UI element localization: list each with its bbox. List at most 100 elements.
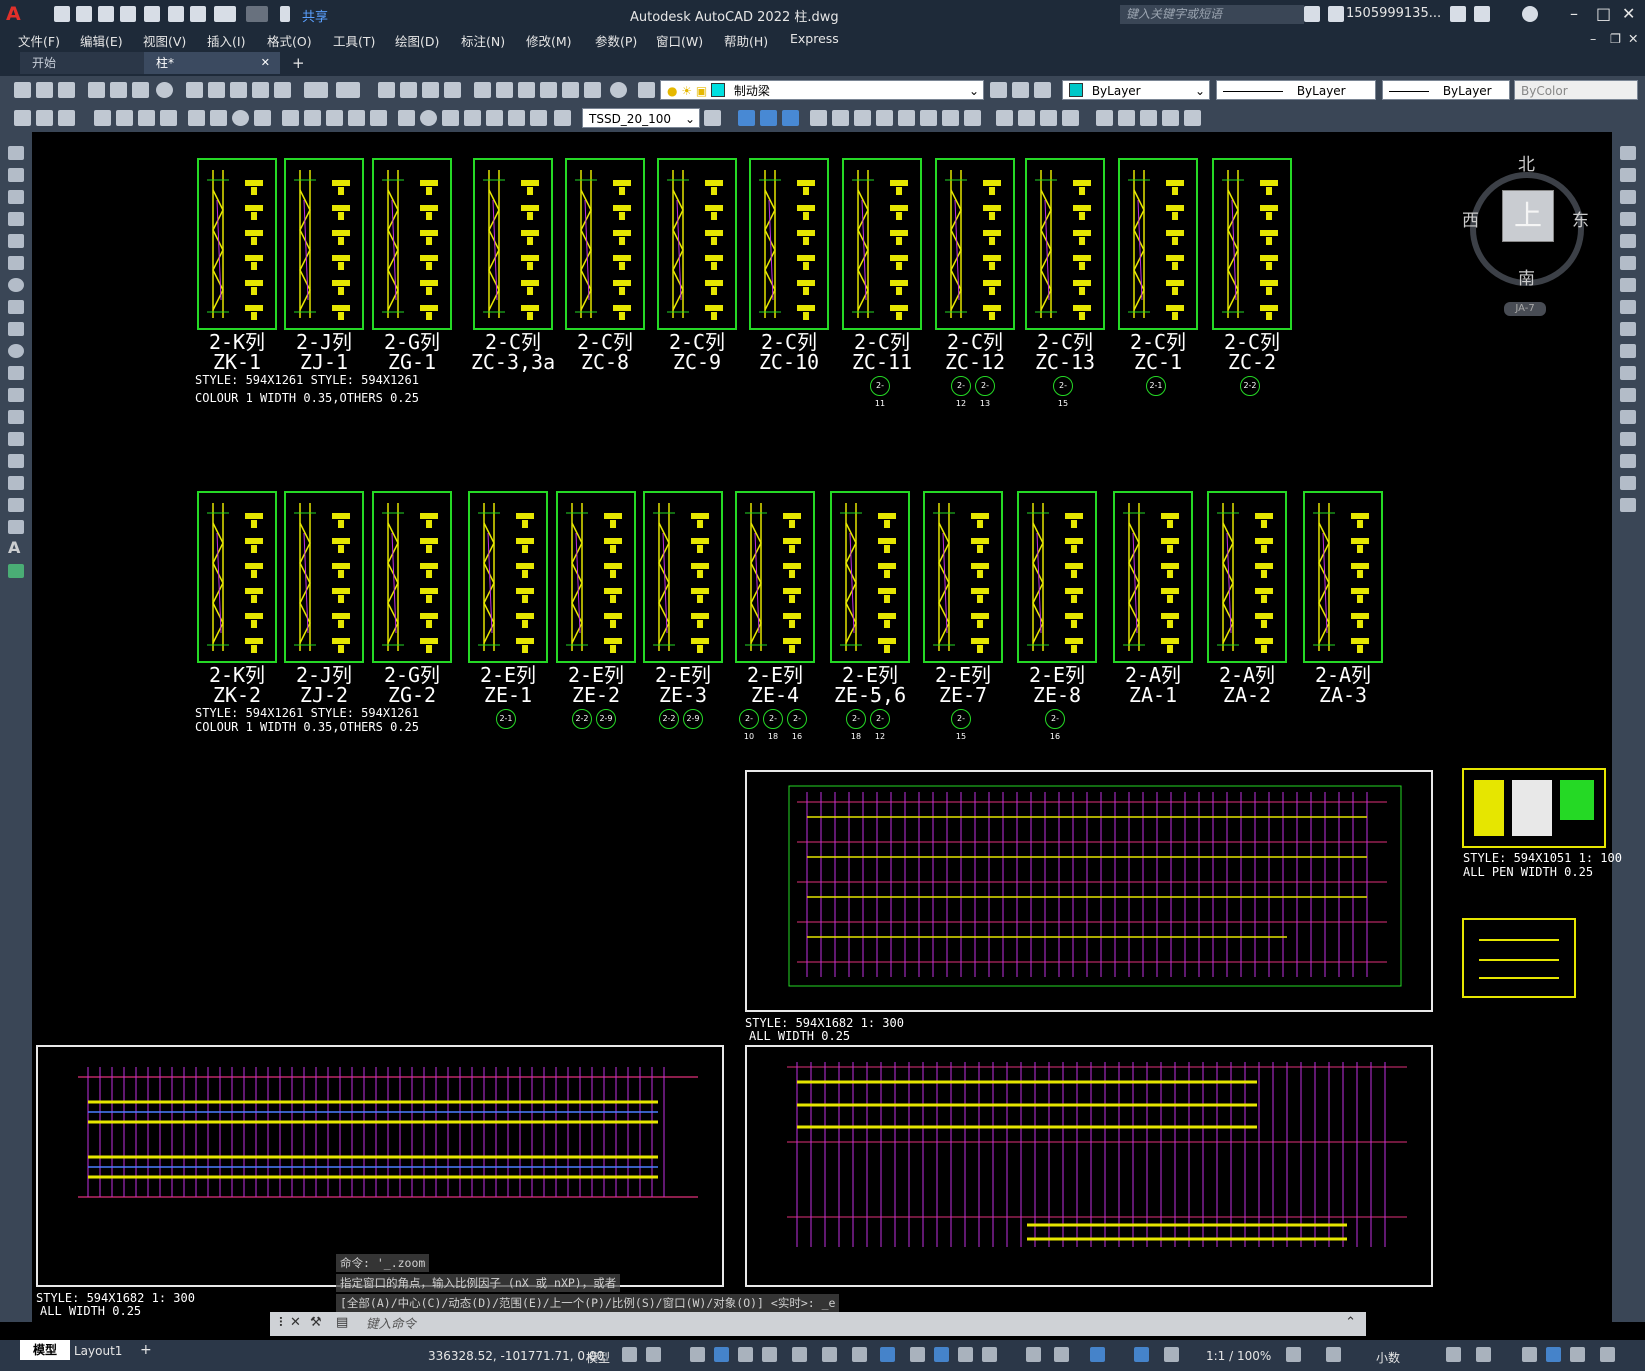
help-icon[interactable] (1522, 6, 1538, 22)
open-icon[interactable] (36, 82, 53, 98)
column-detail-sheet[interactable] (749, 158, 829, 330)
ucs-4-icon[interactable] (1162, 110, 1179, 126)
angular-dim-icon[interactable] (254, 110, 271, 126)
visual-style-2-icon[interactable] (1018, 110, 1035, 126)
ucs-1-icon[interactable] (1096, 110, 1113, 126)
gizmo-icon[interactable] (1054, 1347, 1069, 1362)
quick-properties-icon[interactable] (1446, 1347, 1461, 1362)
tab-close-icon[interactable]: ✕ (261, 52, 270, 74)
revcloud-icon[interactable] (8, 300, 24, 314)
column-detail-sheet[interactable] (1212, 158, 1292, 330)
menu-help[interactable]: 帮助(H) (724, 31, 768, 50)
annotation-visibility-icon[interactable] (1134, 1347, 1149, 1362)
aligned-dim-icon[interactable] (116, 110, 133, 126)
trim-icon[interactable] (1620, 344, 1636, 358)
column-detail-sheet[interactable] (735, 491, 815, 663)
doc-minimize-icon[interactable]: – (1590, 31, 1596, 46)
ortho-icon[interactable] (738, 1347, 753, 1362)
stretch-icon[interactable] (1620, 322, 1636, 336)
layer-state-icon[interactable] (1034, 82, 1051, 98)
ucs-5-icon[interactable] (1184, 110, 1201, 126)
mirror-icon[interactable] (1620, 190, 1636, 204)
cut-icon[interactable] (186, 82, 203, 98)
clean-screen-icon[interactable] (1570, 1347, 1585, 1362)
tool-palettes-icon[interactable] (518, 82, 535, 98)
annotation-monitor-icon[interactable] (1090, 1347, 1105, 1362)
menu-dimension[interactable]: 标注(N) (461, 31, 505, 50)
layout-tab[interactable]: Layout1 (74, 1344, 122, 1358)
close-icon[interactable]: ✕ (1622, 4, 1635, 23)
dynamic-input-icon[interactable] (714, 1347, 729, 1362)
jogged-dim-icon[interactable] (210, 110, 227, 126)
annotation-scale[interactable]: 1:1 / 100% (1206, 1349, 1271, 1363)
units-selector[interactable]: 小数 (1376, 1349, 1400, 1366)
view-11-icon[interactable] (964, 110, 981, 126)
ellipse-arc-icon[interactable] (8, 366, 24, 380)
redo-icon[interactable] (336, 82, 360, 98)
column-detail-sheet[interactable] (556, 491, 636, 663)
paste-icon[interactable] (230, 82, 247, 98)
lineweight-dropdown[interactable]: ByLayer (1382, 80, 1510, 100)
dim-edit-icon[interactable] (486, 110, 503, 126)
recent-commands-icon[interactable]: ▤ (336, 1315, 348, 1330)
block-editor-icon[interactable] (274, 82, 291, 98)
ucs-2-icon[interactable] (1118, 110, 1135, 126)
ucs-menu[interactable]: JA-7 (1504, 302, 1546, 316)
tool-2-icon[interactable] (36, 110, 53, 126)
menu-tools[interactable]: 工具(T) (333, 31, 375, 50)
copy-object-icon[interactable] (1620, 168, 1636, 182)
command-input[interactable]: 键入命令 (366, 1312, 416, 1336)
hatch-icon[interactable] (8, 454, 24, 468)
new-file-icon[interactable] (54, 6, 70, 22)
dim-break-icon[interactable] (370, 110, 387, 126)
3d-dwf-icon[interactable] (156, 82, 173, 98)
polygon-icon[interactable] (8, 212, 24, 226)
make-block-icon[interactable] (8, 410, 24, 424)
dynamic-ucs-icon[interactable] (982, 1347, 997, 1362)
erase-icon[interactable] (1620, 146, 1636, 160)
new-icon[interactable] (14, 82, 31, 98)
column-detail-sheet[interactable] (1113, 491, 1193, 663)
menu-modify[interactable]: 修改(M) (526, 31, 572, 50)
compass-south[interactable]: 南 (1518, 264, 1535, 289)
lock-icon[interactable]: ▣ (696, 84, 707, 98)
properties-icon[interactable] (474, 82, 491, 98)
pan-icon[interactable] (378, 82, 395, 98)
view-10-icon[interactable] (942, 110, 959, 126)
close-icon[interactable]: ✕ (290, 1315, 301, 1330)
new-tab-button[interactable]: + (280, 52, 305, 74)
column-detail-sheet[interactable] (1118, 158, 1198, 330)
menu-parametric[interactable]: 参数(P) (595, 31, 637, 50)
insert-block-icon[interactable] (8, 388, 24, 402)
menu-format[interactable]: 格式(O) (267, 31, 312, 50)
rotate-icon[interactable] (1620, 278, 1636, 292)
rectangle-icon[interactable] (8, 234, 24, 248)
ucs-3-icon[interactable] (1140, 110, 1157, 126)
column-detail-sheet[interactable] (372, 158, 452, 330)
isodraft-icon[interactable] (792, 1347, 807, 1362)
inspect-icon[interactable] (442, 110, 459, 126)
polyline-icon[interactable] (8, 190, 24, 204)
column-detail-sheet[interactable] (923, 491, 1003, 663)
plot-icon[interactable] (88, 82, 105, 98)
publish-icon[interactable] (132, 82, 149, 98)
add-selected-icon[interactable] (8, 564, 24, 578)
text-icon[interactable]: A (8, 538, 24, 557)
arc-length-icon[interactable] (138, 110, 155, 126)
polar-icon[interactable] (762, 1347, 777, 1362)
column-detail-sheet[interactable] (1017, 491, 1097, 663)
view-5-icon[interactable] (832, 110, 849, 126)
sheet-set-icon[interactable] (540, 82, 557, 98)
column-detail-sheet[interactable] (473, 158, 553, 330)
bulb-icon[interactable]: ● (667, 84, 677, 98)
linetype-dropdown[interactable]: ByLayer (1216, 80, 1376, 100)
open-web-icon[interactable] (144, 6, 160, 22)
construction-line-icon[interactable] (8, 168, 24, 182)
view-6-icon[interactable] (854, 110, 871, 126)
column-detail-sheet[interactable] (197, 491, 277, 663)
array-icon[interactable] (1620, 234, 1636, 248)
search-input[interactable]: 键入关键字或短语 (1120, 5, 1304, 24)
sun-icon[interactable]: ☀ (681, 84, 692, 98)
column-detail-sheet[interactable] (284, 491, 364, 663)
auto-scale-icon[interactable] (1164, 1347, 1179, 1362)
